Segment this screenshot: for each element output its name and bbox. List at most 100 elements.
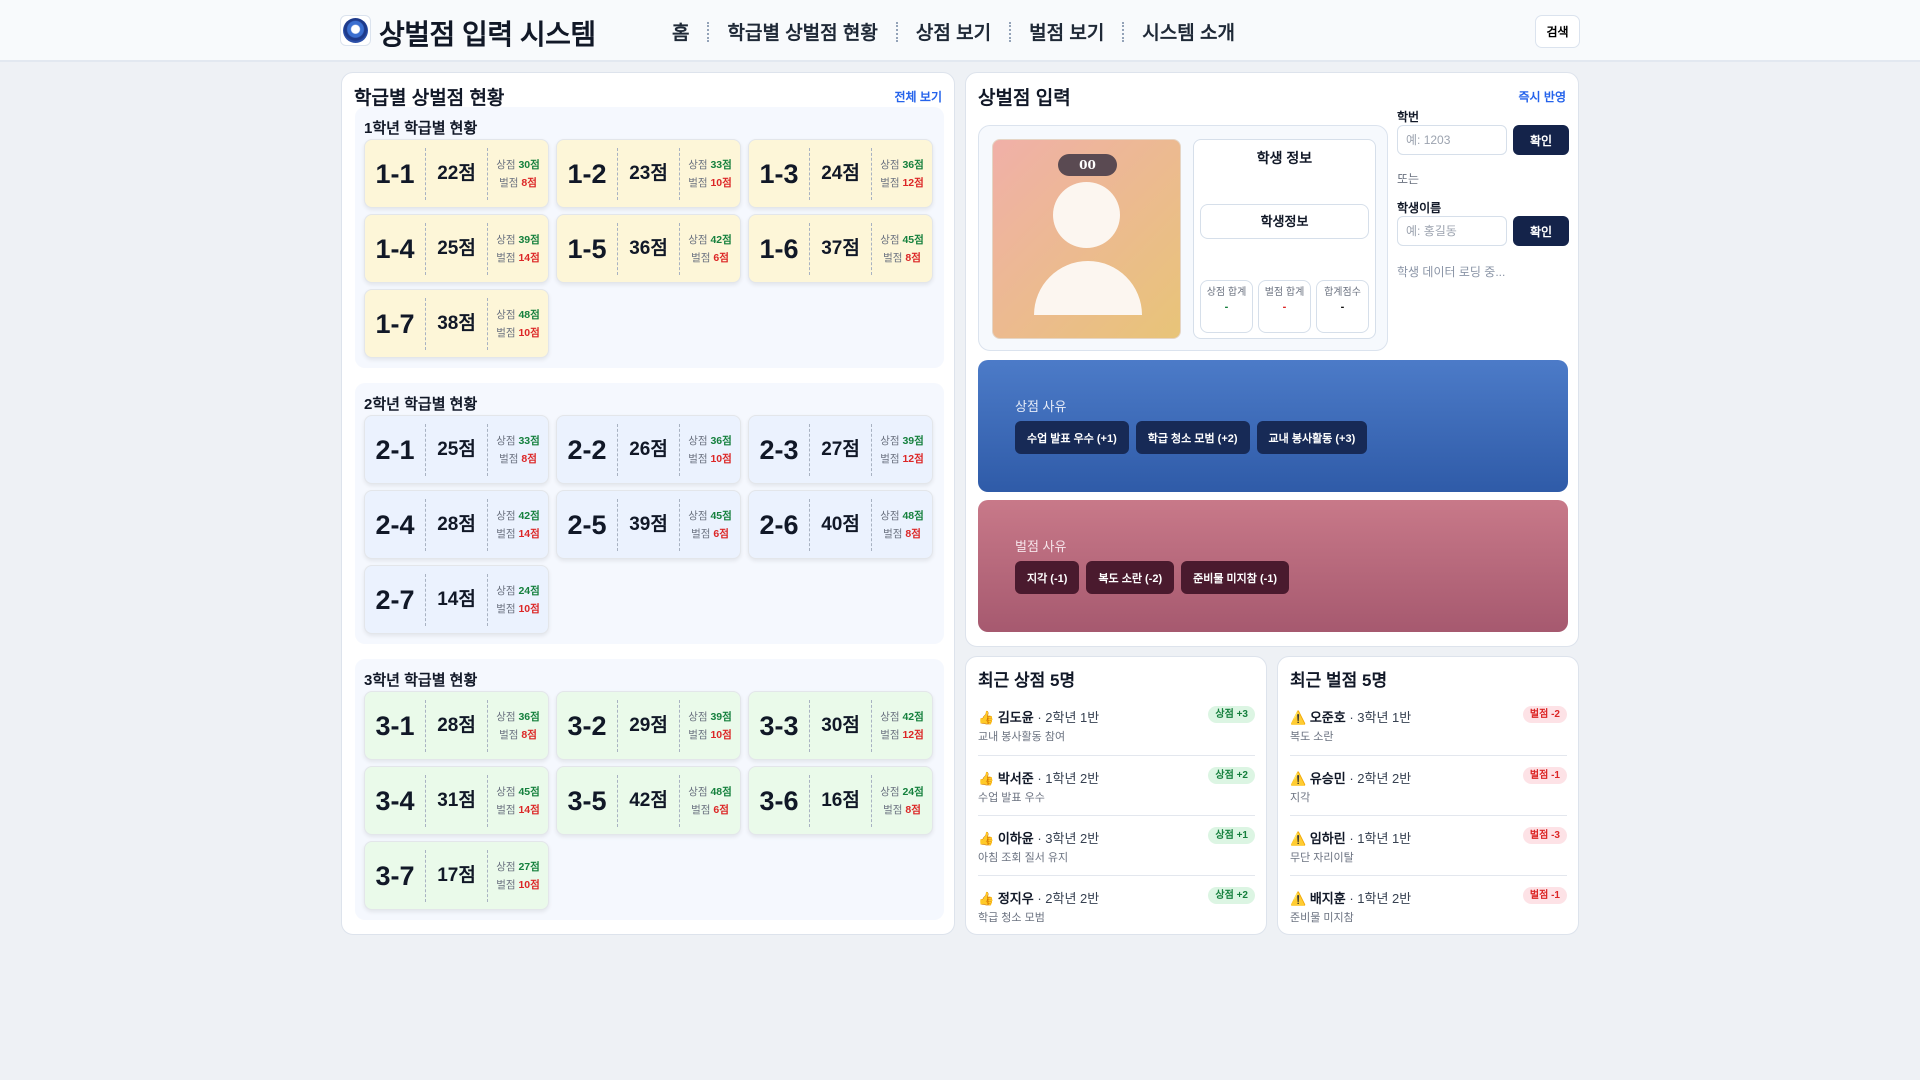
penalty-line: 벌점 10점: [680, 174, 740, 192]
penalty-reason-button[interactable]: 지각 (-1): [1015, 561, 1080, 594]
apply-now-link[interactable]: 즉시 반영: [1519, 88, 1567, 105]
class-stats: 상점 33점 벌점 10점: [680, 156, 740, 192]
reward-line: 상점 45점: [872, 231, 932, 249]
class-stats: 상점 30점 벌점 8점: [488, 156, 548, 192]
class-stats: 상점 48점 벌점 10점: [488, 306, 548, 342]
penalty-value: 8점: [521, 452, 537, 465]
class-card[interactable]: 3-3 30점 상점 42점 벌점 12점: [748, 691, 933, 760]
recent-item[interactable]: 👍 김도윤 · 2학년 1반 교내 봉사활동 참여 상점 +3: [978, 695, 1255, 755]
class-card[interactable]: 1-3 24점 상점 36점 벌점 12점: [748, 139, 933, 208]
penalty-value: 8점: [521, 176, 537, 189]
class-card[interactable]: 2-1 25점 상점 33점 벌점 8점: [364, 415, 549, 484]
penalty-value: 6점: [713, 251, 729, 264]
penalty-reason-button[interactable]: 복도 소란 (-2): [1086, 561, 1175, 594]
penalty-value: 8점: [905, 803, 921, 816]
penalty-label: 벌점: [688, 452, 708, 465]
nav-penalties[interactable]: 벌점 보기: [1029, 18, 1104, 45]
nav-rewards[interactable]: 상점 보기: [916, 18, 991, 45]
class-name: 3-6: [749, 774, 810, 827]
recent-item[interactable]: ⚠️ 오준호 · 3학년 1반 복도 소란 벌점 -2: [1290, 695, 1567, 755]
penalty-value: 12점: [902, 452, 924, 465]
penalty-label: 벌점: [496, 251, 516, 264]
panel-title: 상벌점 입력: [978, 88, 1071, 109]
name-confirm-button[interactable]: 확인: [1513, 216, 1569, 246]
loading-status: 학생 데이터 로딩 중...: [1397, 265, 1506, 279]
reward-value: 39점: [518, 233, 540, 246]
penalty-total-value: -: [1282, 301, 1287, 313]
reward-reason-button[interactable]: 학급 청소 모범 (+2): [1135, 421, 1250, 454]
student-name: 정지우: [997, 891, 1034, 906]
reward-reason-button[interactable]: 수업 발표 우수 (+1): [1015, 421, 1129, 454]
class-total-score: 31점: [426, 774, 488, 827]
student-id-input[interactable]: [1397, 125, 1507, 155]
class-card[interactable]: 2-5 39점 상점 45점 벌점 6점: [556, 490, 741, 559]
penalty-value: 10점: [518, 602, 540, 615]
student-name: 김도윤: [997, 710, 1034, 725]
reward-line: 상점 36점: [488, 708, 548, 726]
reward-line: 상점 48점: [488, 306, 548, 324]
penalty-label: 벌점: [880, 176, 900, 189]
class-card[interactable]: 2-6 40점 상점 48점 벌점 8점: [748, 490, 933, 559]
nav-divider: [707, 21, 710, 42]
reward-line: 상점 30점: [488, 156, 548, 174]
student-name-input[interactable]: [1397, 216, 1507, 246]
search-button[interactable]: 검색: [1535, 15, 1580, 48]
student-name: 이하윤: [997, 831, 1034, 846]
recent-item[interactable]: ⚠️ 배지훈 · 1학년 2반 준비물 미지참 벌점 -1: [1290, 875, 1567, 935]
penalty-line: 벌점 10점: [488, 324, 548, 342]
penalty-value: 10점: [710, 452, 732, 465]
recent-reason: 준비물 미지참: [1290, 912, 1354, 924]
class-card[interactable]: 3-1 28점 상점 36점 벌점 8점: [364, 691, 549, 760]
class-card[interactable]: 1-1 22점 상점 30점 벌점 8점: [364, 139, 549, 208]
recent-reason: 아침 조회 질서 유지: [978, 852, 1069, 864]
student-class: · 1학년 2반: [1345, 891, 1412, 906]
recent-item[interactable]: 👍 박서준 · 1학년 2반 수업 발표 우수 상점 +2: [978, 755, 1255, 815]
penalty-label: 벌점: [496, 803, 516, 816]
recent-item[interactable]: 👍 정지우 · 2학년 2반 학급 청소 모범 상점 +2: [978, 875, 1255, 935]
class-card[interactable]: 1-7 38점 상점 48점 벌점 10점: [364, 289, 549, 358]
class-stats: 상점 39점 벌점 10점: [680, 708, 740, 744]
class-card[interactable]: 1-4 25점 상점 39점 벌점 14점: [364, 214, 549, 283]
reward-label: 상점: [496, 785, 516, 798]
penalty-value: 10점: [710, 176, 732, 189]
nav-home[interactable]: 홈: [672, 18, 689, 45]
class-card[interactable]: 1-5 36점 상점 42점 벌점 6점: [556, 214, 741, 283]
nav-class-status[interactable]: 학급별 상벌점 현황: [727, 18, 877, 45]
reward-value: 24점: [902, 785, 924, 798]
class-total-score: 14점: [426, 573, 488, 626]
class-card[interactable]: 3-5 42점 상점 48점 벌점 6점: [556, 766, 741, 835]
class-card[interactable]: 3-6 16점 상점 24점 벌점 8점: [748, 766, 933, 835]
recent-student: 👍 정지우 · 2학년 2반: [978, 888, 1099, 907]
class-card[interactable]: 2-3 27점 상점 39점 벌점 12점: [748, 415, 933, 484]
class-card[interactable]: 1-6 37점 상점 45점 벌점 8점: [748, 214, 933, 283]
class-card[interactable]: 3-2 29점 상점 39점 벌점 10점: [556, 691, 741, 760]
class-card[interactable]: 3-7 17점 상점 27점 벌점 10점: [364, 841, 549, 910]
reward-label: 상점: [496, 308, 516, 321]
student-info-button[interactable]: 학생정보: [1200, 204, 1369, 239]
reward-reason-button[interactable]: 교내 봉사활동 (+3): [1256, 421, 1368, 454]
penalty-reason-button[interactable]: 준비물 미지참 (-1): [1181, 561, 1290, 594]
reward-line: 상점 48점: [872, 507, 932, 525]
class-card[interactable]: 2-4 28점 상점 42점 벌점 14점: [364, 490, 549, 559]
nav-about[interactable]: 시스템 소개: [1142, 18, 1235, 45]
class-name: 2-6: [749, 498, 810, 551]
id-confirm-button[interactable]: 확인: [1513, 125, 1569, 155]
recent-item[interactable]: ⚠️ 유승민 · 2학년 2반 지각 벌점 -1: [1290, 755, 1567, 815]
penalty-value: 8점: [905, 527, 921, 540]
warning-icon: ⚠️: [1290, 710, 1310, 725]
class-card[interactable]: 1-2 23점 상점 33점 벌점 10점: [556, 139, 741, 208]
class-card[interactable]: 2-2 26점 상점 36점 벌점 10점: [556, 415, 741, 484]
student-class: · 3학년 2반: [1033, 831, 1100, 846]
penalty-value: 10점: [518, 878, 540, 891]
penalty-value: 14점: [518, 251, 540, 264]
penalty-value: 6점: [713, 527, 729, 540]
class-card[interactable]: 2-7 14점 상점 24점 벌점 10점: [364, 565, 549, 634]
class-card[interactable]: 3-4 31점 상점 45점 벌점 14점: [364, 766, 549, 835]
reward-label: 상점: [496, 233, 516, 246]
grade-section: 2학년 학급별 현황 2-1 25점 상점 33점 벌점 8점 2-2 26점 상점 36점 벌…: [355, 383, 944, 644]
recent-item[interactable]: ⚠️ 임하린 · 1학년 1반 무단 자리이탈 벌점 -3: [1290, 815, 1567, 875]
view-all-link[interactable]: 전체 보기: [895, 88, 943, 105]
recent-item[interactable]: 👍 이하윤 · 3학년 2반 아침 조회 질서 유지 상점 +1: [978, 815, 1255, 875]
class-total-score: 25점: [426, 222, 488, 275]
class-total-score: 37점: [810, 222, 872, 275]
